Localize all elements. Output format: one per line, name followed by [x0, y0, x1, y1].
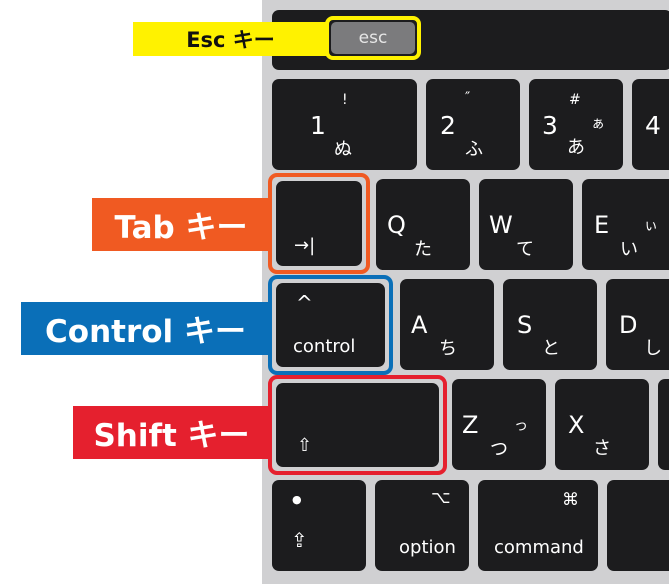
control-key-label: control [293, 336, 356, 357]
tab-callout: Tab キー [92, 198, 270, 251]
key-3-kana-small: ぁ [591, 116, 605, 132]
shift-key[interactable]: ⇧ [276, 383, 439, 467]
key-w-kana: て [516, 239, 534, 260]
key-3-shift: # [569, 92, 581, 108]
key-a-main: A [411, 311, 428, 339]
option-icon: ⌥ [431, 488, 451, 508]
command-key[interactable]: ⌘ command [478, 480, 598, 571]
command-icon: ⌘ [562, 490, 579, 510]
key-q-kana: た [414, 239, 432, 260]
caps-lock-icon: ⇪ [291, 528, 308, 552]
esc-callout: Esc キー [133, 22, 328, 56]
key-x[interactable]: X さ [555, 379, 649, 470]
esc-key-label: esc [358, 28, 388, 48]
space-key-partial[interactable] [607, 480, 669, 571]
key-4-main: 4 [645, 111, 661, 140]
key-a-kana: ち [439, 338, 457, 359]
fn-key[interactable]: ● ⇪ [272, 480, 366, 571]
shift-callout: Shift キー [73, 406, 270, 459]
key-s[interactable]: S と [503, 279, 597, 370]
key-c-partial[interactable] [658, 379, 669, 470]
fn-indicator-dot: ● [292, 493, 302, 506]
key-q[interactable]: Q た [376, 179, 470, 270]
key-z-main: Z [462, 411, 479, 439]
key-d-main: D [619, 311, 638, 339]
key-3-kana: あ [567, 137, 585, 158]
key-d[interactable]: D し [606, 279, 669, 370]
key-3-main: 3 [542, 111, 558, 140]
key-d-kana: し [644, 338, 662, 359]
control-callout: Control キー [21, 302, 270, 355]
tab-arrow-icon: →| [294, 235, 316, 256]
key-1-main: 1 [310, 111, 326, 140]
key-4[interactable]: 4 [632, 79, 669, 170]
control-caret-icon: ^ [296, 291, 313, 315]
key-e-kana: い [620, 239, 638, 260]
key-z-kana: つ [490, 439, 508, 460]
key-z-kana-small: っ [514, 418, 528, 434]
key-e[interactable]: E ぃ い [582, 179, 669, 270]
key-q-main: Q [387, 211, 406, 239]
key-x-kana: さ [593, 438, 611, 459]
key-2[interactable]: ″ 2 ふ [426, 79, 520, 170]
tab-key[interactable]: →| [276, 181, 362, 266]
key-2-main: 2 [440, 111, 456, 140]
key-e-main: E [594, 211, 610, 239]
key-1-kana: ぬ [334, 139, 352, 160]
key-a[interactable]: A ち [400, 279, 494, 370]
key-w[interactable]: W て [479, 179, 573, 270]
shift-arrow-icon: ⇧ [297, 435, 313, 456]
key-s-kana: と [542, 338, 560, 359]
key-z[interactable]: Z っ つ [452, 379, 546, 470]
key-x-main: X [568, 411, 585, 439]
command-key-label: command [494, 537, 584, 558]
esc-key[interactable]: esc [331, 22, 415, 54]
key-w-main: W [489, 211, 513, 239]
option-key[interactable]: ⌥ option [375, 480, 469, 571]
key-e-kana-small: ぃ [644, 218, 658, 234]
key-1-shift: ! [342, 92, 348, 108]
control-key[interactable]: ^ control [276, 283, 385, 367]
key-s-main: S [517, 311, 533, 339]
option-key-label: option [399, 537, 456, 558]
key-1[interactable]: ! 1 ぬ [272, 79, 417, 170]
key-2-kana: ふ [465, 139, 483, 160]
key-2-shift: ″ [465, 90, 471, 106]
key-3[interactable]: # 3 ぁ あ [529, 79, 623, 170]
